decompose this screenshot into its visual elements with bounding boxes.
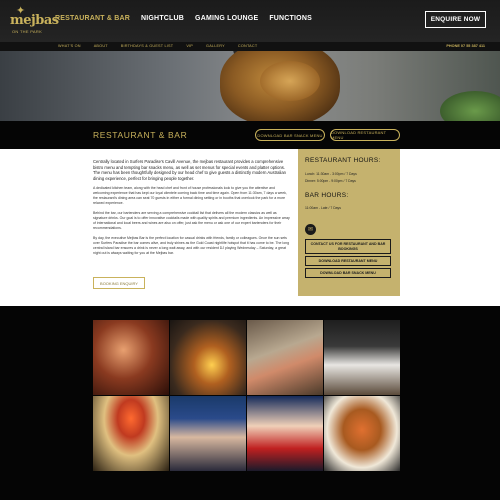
gallery-photo-dish[interactable] (324, 396, 400, 471)
top-navigation: ✦ mejbas ON THE PARK RESTAURANT & BAR NI… (0, 0, 500, 42)
lunch-hours: Lunch: 11:30am - 3:00pm / 7 Days (305, 172, 357, 176)
brand-tagline: ON THE PARK (12, 29, 43, 34)
bar-hours: 11:00am - Late / 7 Days (305, 206, 341, 210)
subnav-about[interactable]: ABOUT (94, 44, 108, 48)
nav-gaming-lounge[interactable]: GAMING LOUNGE (195, 15, 258, 22)
brand-name: mejbas (10, 13, 59, 28)
download-restaurant-menu-button[interactable]: DOWNLOAD RESTAURANT MENU (330, 129, 400, 141)
phone-number[interactable]: PHONE 07 55 387 411 (446, 44, 485, 48)
brand-logo[interactable]: ✦ mejbas ON THE PARK (8, 4, 59, 36)
sub-navigation: WHAT'S ON ABOUT BIRTHDAYS & GUEST LIST V… (0, 42, 500, 51)
hero-food-highlight (260, 61, 320, 101)
subnav-gallery[interactable]: GALLERY (206, 44, 225, 48)
subnav-contact[interactable]: CONTACT (238, 44, 257, 48)
photo-gallery (0, 306, 500, 500)
subnav-whats-on[interactable]: WHAT'S ON (58, 44, 81, 48)
gallery-photo-chef[interactable] (324, 320, 400, 395)
gallery-photo-flame-cocktail[interactable] (170, 320, 246, 395)
nav-nightclub[interactable]: NIGHTCLUB (141, 15, 184, 22)
booking-enquiry-button[interactable]: BOOKING ENQUIRY (93, 277, 145, 289)
sidebar-download-bar-snack-menu-button[interactable]: DOWNLOAD BAR SNACK MENU (305, 268, 391, 278)
page-title: RESTAURANT & BAR (93, 130, 188, 140)
bar-hours-heading: BAR HOURS: (305, 192, 349, 199)
section-title-bar: RESTAURANT & BAR DOWNLOAD BAR SNACK MENU… (0, 121, 500, 149)
hero-image (0, 51, 500, 121)
paragraph-nightlife: By day, the executive Mejbas Bar is the … (93, 236, 290, 256)
sidebar-download-restaurant-menu-button[interactable]: DOWNLOAD RESTAURANT MENU (305, 256, 391, 266)
paragraph-bar: Behind the bar, our bartenders are servi… (93, 211, 290, 231)
gallery-photo-party[interactable] (247, 396, 323, 471)
main-nav: RESTAURANT & BAR NIGHTCLUB GAMING LOUNGE… (55, 15, 312, 22)
description-column: Centrally located in Surfers Paradise's … (93, 159, 291, 261)
intro-paragraph: Centrally located in Surfers Paradise's … (93, 159, 286, 181)
gallery-photo-shots[interactable] (93, 396, 169, 471)
contact-bookings-button[interactable]: CONTACT US FOR RESTAURANT AND BAR BOOKIN… (305, 239, 391, 254)
mail-icon[interactable]: ✉ (305, 224, 316, 235)
restaurant-hours-heading: RESTAURANT HOURS: (305, 157, 381, 164)
download-bar-snack-menu-button[interactable]: DOWNLOAD BAR SNACK MENU (255, 129, 325, 141)
nav-restaurant-bar[interactable]: RESTAURANT & BAR (55, 15, 130, 22)
nav-functions[interactable]: FUNCTIONS (269, 15, 312, 22)
gallery-photo-guests[interactable] (170, 396, 246, 471)
main-content: Centrally located in Surfers Paradise's … (0, 149, 500, 306)
enquire-now-button[interactable]: ENQUIRE NOW (425, 11, 486, 28)
dinner-hours: Dinner: 5:00pm - 9:00pm / 7 Days (305, 179, 356, 183)
subnav-vip[interactable]: VIP (186, 44, 193, 48)
hero-garnish (440, 91, 500, 121)
hours-sidebar: RESTAURANT HOURS: Lunch: 11:30am - 3:00p… (298, 149, 400, 296)
gallery-photo-bartender[interactable] (93, 320, 169, 395)
subnav-birthdays[interactable]: BIRTHDAYS & GUEST LIST (121, 44, 174, 48)
paragraph-kitchen: A dedicated kitchen team, along with the… (93, 186, 287, 206)
gallery-photo-food-plates[interactable] (247, 320, 323, 395)
